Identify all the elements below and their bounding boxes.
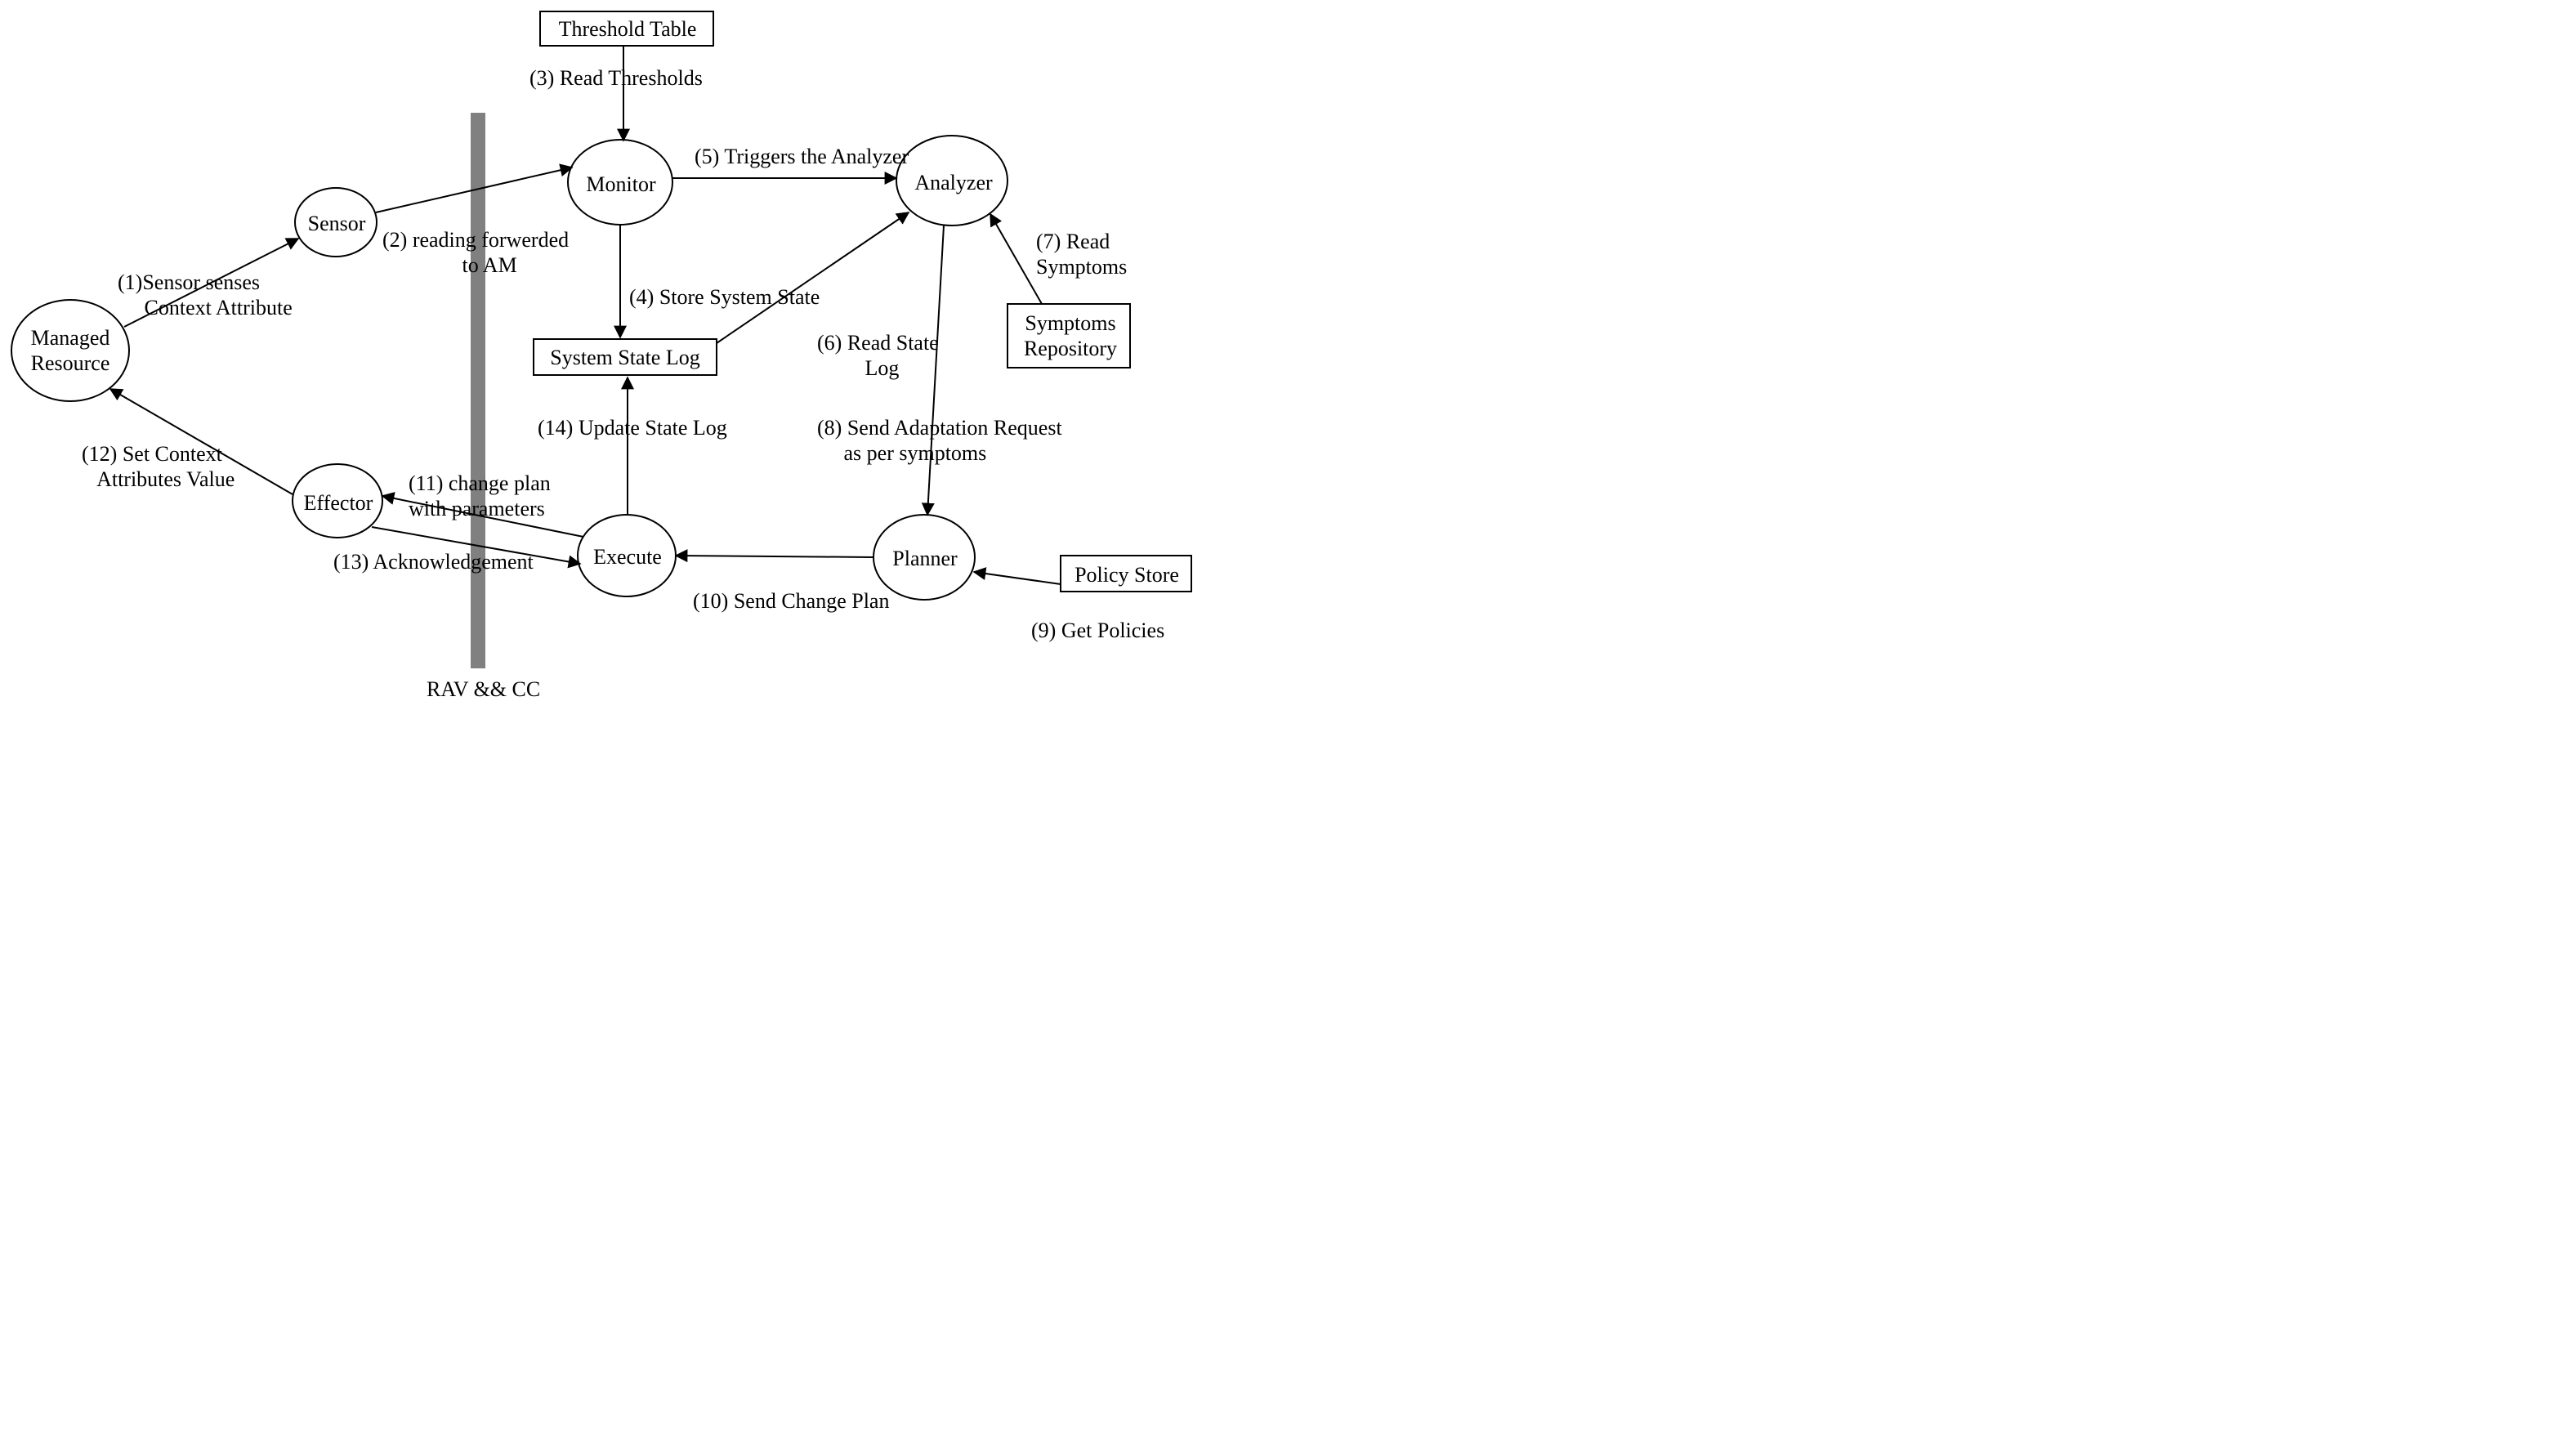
label-e14: (14) Update State Log bbox=[538, 415, 727, 440]
label-e3: (3) Read Thresholds bbox=[529, 65, 703, 91]
label-system-state-log: System State Log bbox=[539, 345, 711, 370]
arrow-e6 bbox=[717, 212, 909, 343]
label-policy-store: Policy Store bbox=[1067, 562, 1186, 587]
label-e2: (2) reading forwerded to AM bbox=[382, 227, 569, 278]
barrier-bar bbox=[471, 113, 485, 668]
label-managed-resource: Managed Resource bbox=[21, 325, 119, 376]
label-e6: (6) Read State Log bbox=[817, 330, 939, 381]
label-e11: (11) change plan with parameters bbox=[409, 471, 551, 521]
arrow-e7 bbox=[990, 214, 1042, 304]
label-e13: (13) Acknowledgement bbox=[333, 549, 534, 574]
label-symptoms-repository: Symptoms Repository bbox=[1013, 310, 1128, 361]
label-execute: Execute bbox=[588, 544, 667, 569]
arrow-e10 bbox=[676, 556, 873, 557]
label-monitor: Monitor bbox=[580, 172, 662, 197]
diagram-stage: Managed Resource Sensor Effector Monitor… bbox=[0, 0, 1213, 708]
label-analyzer: Analyzer bbox=[909, 170, 999, 195]
label-e4: (4) Store System State bbox=[629, 284, 820, 310]
arrow-e9 bbox=[974, 572, 1061, 584]
label-effector: Effector bbox=[301, 490, 376, 516]
label-e1: (1)Sensor senses Context Attribute bbox=[118, 270, 293, 320]
label-sensor: Sensor bbox=[306, 211, 368, 236]
label-e7: (7) Read Symptoms bbox=[1036, 229, 1127, 279]
label-threshold-table: Threshold Table bbox=[547, 16, 708, 42]
label-e8: (8) Send Adaptation Request as per sympt… bbox=[817, 415, 1062, 466]
label-e10: (10) Send Change Plan bbox=[693, 588, 889, 614]
label-e9: (9) Get Policies bbox=[1031, 618, 1164, 643]
label-barrier: RAV && CC bbox=[427, 677, 540, 702]
label-e12: (12) Set Context Attributes Value bbox=[82, 441, 235, 492]
label-planner: Planner bbox=[887, 546, 963, 571]
label-e5: (5) Triggers the Analyzer bbox=[695, 144, 909, 169]
